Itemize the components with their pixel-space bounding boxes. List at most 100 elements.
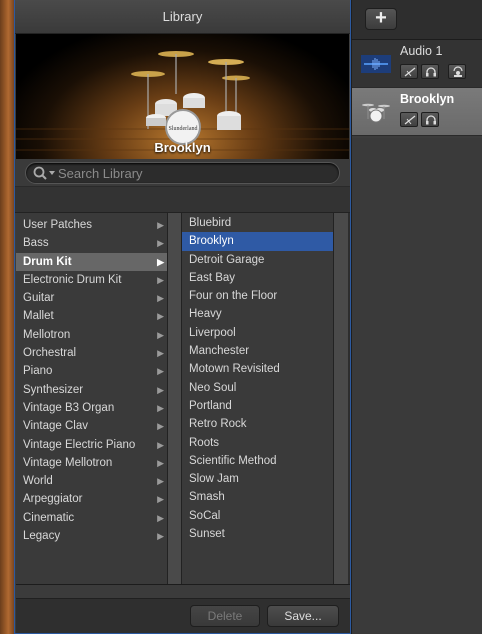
category-label: Electronic Drum Kit (23, 273, 122, 286)
disclosure-arrow-icon: ▶ (157, 348, 164, 359)
category-item[interactable]: Vintage Electric Piano ▶ (16, 436, 167, 454)
disclosure-arrow-icon: ▶ (157, 274, 164, 285)
record-enable-icon[interactable] (400, 112, 418, 127)
browser-columns: User Patches ▶ Bass ▶ Drum Kit ▶ Electronic Dr… (16, 213, 350, 585)
disclosure-arrow-icon: ▶ (157, 494, 164, 505)
patch-item[interactable]: SoCal (182, 507, 333, 525)
search-input[interactable] (58, 164, 328, 182)
category-label: Vintage Clav (23, 420, 88, 433)
category-scrollbar[interactable] (168, 213, 182, 585)
category-label: World (23, 475, 53, 488)
category-item[interactable]: Vintage Clav ▶ (16, 417, 167, 435)
category-label: Arpeggiator (23, 493, 83, 506)
search-field[interactable] (25, 162, 340, 184)
category-column: User Patches ▶ Bass ▶ Drum Kit ▶ Electronic Dr… (16, 213, 168, 585)
waveform-icon (361, 55, 391, 73)
svg-text:Slunderland: Slunderland (169, 126, 198, 132)
tracks-panel: + Audio 1 Brooklyn (351, 0, 482, 634)
category-label: Mallet (23, 310, 54, 323)
category-item[interactable]: Cinematic ▶ (16, 509, 167, 527)
category-item[interactable]: Guitar ▶ (16, 289, 167, 307)
wood-edge (0, 0, 14, 634)
category-item[interactable]: Piano ▶ (16, 362, 167, 380)
preview-patch-name: Brooklyn (154, 140, 211, 155)
category-item[interactable]: Mallet ▶ (16, 307, 167, 325)
category-item[interactable]: Arpeggiator ▶ (16, 490, 167, 508)
category-label: Bass (23, 237, 49, 250)
disclosure-arrow-icon: ▶ (157, 402, 164, 413)
patch-item[interactable]: Liverpool (182, 324, 333, 342)
category-item[interactable]: Vintage B3 Organ ▶ (16, 399, 167, 417)
delete-button[interactable]: Delete (190, 605, 260, 627)
patch-item[interactable]: Sunset (182, 525, 333, 543)
category-label: User Patches (23, 219, 93, 231)
tracks-toolbar: + (352, 0, 482, 40)
disclosure-arrow-icon: ▶ (157, 384, 164, 395)
record-enable-icon[interactable] (400, 64, 418, 79)
disclosure-arrow-icon: ▶ (157, 256, 164, 267)
patch-item[interactable]: Neo Soul (182, 379, 333, 397)
patch-item[interactable]: Brooklyn (182, 232, 333, 251)
search-bar (15, 159, 350, 187)
category-label: Legacy (23, 530, 61, 543)
category-label: Vintage Electric Piano (23, 438, 136, 451)
disclosure-arrow-icon: ▶ (157, 238, 164, 249)
category-item[interactable]: Mellotron ▶ (16, 326, 167, 344)
patch-item[interactable]: Slow Jam (182, 470, 333, 488)
input-monitor-icon[interactable] (448, 64, 466, 79)
category-item[interactable]: Vintage Mellotron ▶ (16, 454, 167, 472)
patch-item[interactable]: Detroit Garage (182, 251, 333, 269)
headphones-icon[interactable] (421, 112, 439, 127)
patch-item[interactable]: Smash (182, 488, 333, 506)
patch-item[interactable]: Manchester (182, 342, 333, 360)
category-label: Cinematic (23, 511, 75, 524)
patch-preview: Slunderland Brooklyn (16, 34, 349, 159)
disclosure-arrow-icon: ▶ (157, 329, 164, 340)
patch-item[interactable]: Motown Revisited (182, 360, 333, 378)
disclosure-arrow-icon: ▶ (157, 421, 164, 432)
category-item[interactable]: Synthesizer ▶ (16, 381, 167, 399)
patch-item[interactable]: Scientific Method (182, 452, 333, 470)
category-item[interactable]: World ▶ (16, 472, 167, 490)
save-button[interactable]: Save... (267, 605, 339, 627)
disclosure-arrow-icon: ▶ (157, 220, 164, 230)
disclosure-arrow-icon: ▶ (157, 457, 164, 468)
category-label: Piano (23, 365, 53, 378)
search-icon[interactable] (32, 165, 58, 181)
track-header-brooklyn[interactable]: Brooklyn (352, 88, 482, 136)
disclosure-arrow-icon: ▶ (157, 531, 164, 542)
patch-item[interactable]: Bluebird (182, 214, 333, 232)
category-item[interactable]: Legacy ▶ (16, 527, 167, 545)
patch-item[interactable]: East Bay (182, 269, 333, 287)
category-label: Guitar (23, 292, 55, 305)
patch-item[interactable]: Four on the Floor (182, 287, 333, 305)
patch-item[interactable]: Retro Rock (182, 415, 333, 433)
category-label: Vintage Mellotron (23, 456, 113, 469)
patch-item[interactable]: Heavy (182, 305, 333, 323)
category-label: Drum Kit (23, 255, 72, 268)
category-item[interactable]: Orchestral ▶ (16, 344, 167, 362)
category-item[interactable]: Electronic Drum Kit ▶ (16, 271, 167, 289)
track-header-audio-1[interactable]: Audio 1 (352, 40, 482, 88)
category-item[interactable]: Drum Kit ▶ (16, 252, 167, 271)
track-name: Brooklyn (400, 92, 455, 106)
browser-header-spacer (15, 187, 350, 213)
category-label: Mellotron (23, 328, 71, 341)
disclosure-arrow-icon: ▶ (157, 512, 164, 523)
headphones-icon[interactable] (421, 64, 439, 79)
category-item[interactable]: User Patches ▶ (16, 216, 167, 234)
disclosure-arrow-icon: ▶ (157, 439, 164, 450)
patch-scrollbar[interactable] (334, 213, 348, 585)
disclosure-arrow-icon: ▶ (157, 366, 164, 377)
disclosure-arrow-icon: ▶ (157, 293, 164, 304)
patch-item[interactable]: Roots (182, 434, 333, 452)
category-label: Vintage B3 Organ (23, 401, 115, 414)
tracks-empty-area (352, 138, 482, 634)
category-label: Synthesizer (23, 383, 84, 396)
patch-item[interactable]: Portland (182, 397, 333, 415)
library-panel: Library Slunderland Brooklyn Search Libr… (14, 0, 351, 634)
add-track-button[interactable]: + (365, 8, 397, 30)
disclosure-arrow-icon: ▶ (157, 311, 164, 322)
category-item[interactable]: Bass ▶ (16, 234, 167, 252)
track-name: Audio 1 (400, 44, 443, 58)
